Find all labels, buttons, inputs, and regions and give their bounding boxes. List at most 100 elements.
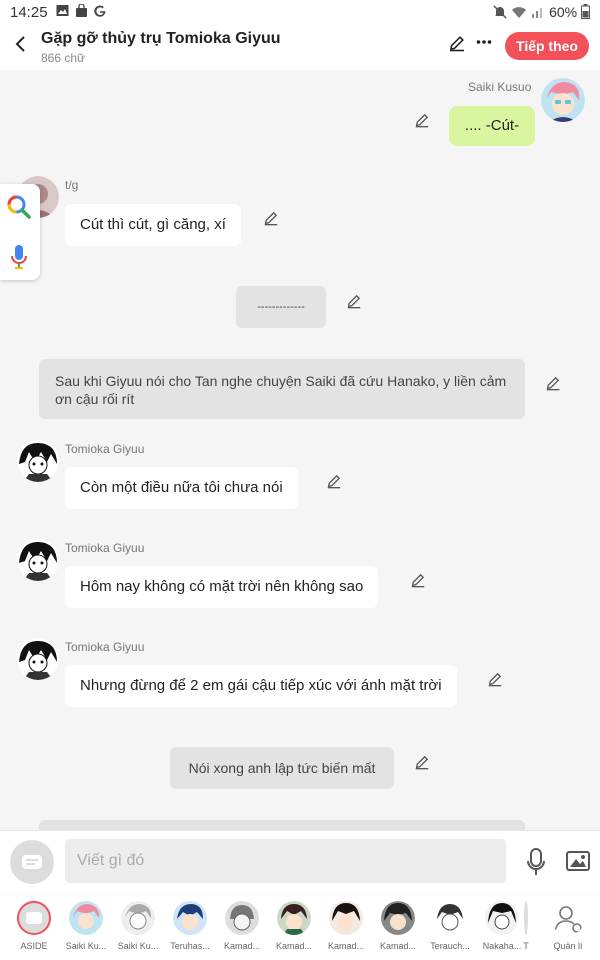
character-avatar xyxy=(524,901,528,935)
chat-area[interactable]: Saiki Kusuo .... -Cút- t/g Cút thì cút, … xyxy=(0,70,600,830)
character-item[interactable]: Saiki Ku... xyxy=(60,901,112,951)
avatar-giyuu[interactable] xyxy=(17,539,59,581)
message-bubble-left[interactable]: Nhưng đừng để 2 em gái cậu tiếp xúc với … xyxy=(65,665,457,707)
edit-message-button[interactable] xyxy=(487,671,505,689)
microphone-icon xyxy=(527,848,545,875)
chevron-left-icon xyxy=(15,36,25,52)
manage-icon xyxy=(551,901,585,935)
voice-button[interactable] xyxy=(9,244,29,275)
character-aside[interactable]: ASIDE xyxy=(8,901,60,951)
character-name: Quản lí xyxy=(553,941,583,951)
avatar-saiki[interactable] xyxy=(541,78,585,122)
edit-message-button[interactable] xyxy=(414,754,432,772)
character-name: ASIDE xyxy=(20,941,48,951)
pencil-icon xyxy=(347,294,361,309)
sender-name: Tomioka Giyuu xyxy=(65,541,145,555)
aside-icon xyxy=(17,901,51,935)
character-item[interactable]: Kamad... xyxy=(216,901,268,951)
more-dots-icon xyxy=(476,40,492,44)
pencil-icon xyxy=(546,376,560,391)
wifi-icon xyxy=(512,7,527,18)
edit-message-button[interactable] xyxy=(346,293,364,311)
character-name: Saiki Ku... xyxy=(117,941,159,951)
character-item[interactable]: Teruhas... xyxy=(164,901,216,951)
avatar-giyuu[interactable] xyxy=(17,440,59,482)
insert-image-button[interactable] xyxy=(566,851,590,876)
status-time: 14:25 xyxy=(10,4,48,21)
avatar-giyuu[interactable] xyxy=(17,638,59,680)
character-avatar xyxy=(381,901,415,935)
edit-message-button[interactable] xyxy=(414,112,432,130)
status-bar: 14:25 60% xyxy=(0,0,600,26)
sender-name: t/g xyxy=(65,178,79,192)
pencil-icon xyxy=(488,672,502,687)
edit-message-button[interactable] xyxy=(545,375,563,393)
story-title: Gặp gỡ thủy trụ Tomioka Giyuu xyxy=(41,30,281,47)
status-right: 60% xyxy=(493,4,590,20)
edit-message-button[interactable] xyxy=(410,572,428,590)
character-item[interactable]: Kamad... xyxy=(320,901,372,951)
character-name: Terauch... xyxy=(430,941,470,951)
google-icon xyxy=(94,5,106,17)
character-avatar xyxy=(433,901,467,935)
word-count: 866 chữ xyxy=(41,51,86,65)
pencil-icon xyxy=(327,474,341,489)
edit-message-button[interactable] xyxy=(263,210,281,228)
character-avatar xyxy=(121,901,155,935)
manage-characters-button[interactable]: Quản lí xyxy=(542,901,594,951)
status-left-icons xyxy=(56,3,107,19)
character-name: Kamad... xyxy=(327,941,365,951)
character-item[interactable]: Kamad... xyxy=(268,901,320,951)
character-item[interactable]: T xyxy=(516,901,536,951)
narration-bubble-partial[interactable] xyxy=(39,820,525,830)
saiki-avatar-icon xyxy=(541,78,585,122)
message-input[interactable]: Viết gì đó xyxy=(65,839,506,883)
composer-bar: Viết gì đó xyxy=(0,830,600,894)
narration-bubble[interactable]: Nói xong anh lập tức biến mất xyxy=(170,747,394,789)
image-icon xyxy=(566,851,590,871)
pencil-icon xyxy=(264,211,278,226)
voice-input-button[interactable] xyxy=(526,848,546,881)
message-bubble-right[interactable]: .... -Cút- xyxy=(449,106,535,146)
mute-icon xyxy=(493,5,507,19)
message-bubble-left[interactable]: Hôm nay không có mặt trời nên không sao xyxy=(65,566,379,608)
sender-name: Tomioka Giyuu xyxy=(65,640,145,654)
battery-icon xyxy=(581,4,590,19)
character-item[interactable]: Kamad... xyxy=(372,901,424,951)
floating-assistant-bar xyxy=(0,184,40,280)
narration-bubble[interactable]: ------------- xyxy=(236,286,326,328)
pencil-icon xyxy=(415,113,429,128)
pencil-icon xyxy=(411,573,425,588)
message-bubble-left[interactable]: Còn một điều nữa tôi chưa nói xyxy=(65,467,298,509)
character-avatar xyxy=(173,901,207,935)
character-item[interactable]: Terauch... xyxy=(424,901,476,951)
character-avatar xyxy=(485,901,519,935)
image-icon xyxy=(56,5,69,16)
signal-icon xyxy=(532,8,543,18)
character-name: Kamad... xyxy=(379,941,417,951)
search-icon xyxy=(7,195,31,219)
pencil-icon xyxy=(415,755,429,770)
character-name: Kamad... xyxy=(275,941,313,951)
edit-title-button[interactable] xyxy=(448,34,466,57)
back-button[interactable] xyxy=(8,34,32,60)
sender-name: Saiki Kusuo xyxy=(468,80,532,94)
giyuu-avatar-icon xyxy=(17,638,59,680)
aside-toggle-button[interactable] xyxy=(10,840,54,884)
sender-name: Tomioka Giyuu xyxy=(65,442,145,456)
narration-bubble[interactable]: Sau khi Giyuu nói cho Tan nghe chuyện Sa… xyxy=(39,359,525,419)
character-avatar xyxy=(277,901,311,935)
edit-message-button[interactable] xyxy=(326,473,344,491)
more-options-button[interactable] xyxy=(476,32,492,57)
bag-icon xyxy=(75,3,87,17)
character-bar: ASIDE Saiki Ku... Saiki Ku... Teruhas...… xyxy=(0,895,600,960)
next-button[interactable]: Tiếp theo xyxy=(505,32,589,60)
search-button[interactable] xyxy=(6,194,32,225)
message-bubble-left[interactable]: Cút thì cút, gì căng, xí xyxy=(65,204,241,246)
battery-level: 60% xyxy=(549,4,578,20)
character-name: Teruhas... xyxy=(170,941,210,951)
character-avatar xyxy=(329,901,363,935)
character-item[interactable]: Saiki Ku... xyxy=(112,901,164,951)
character-avatar xyxy=(225,901,259,935)
character-name: T xyxy=(523,941,529,951)
